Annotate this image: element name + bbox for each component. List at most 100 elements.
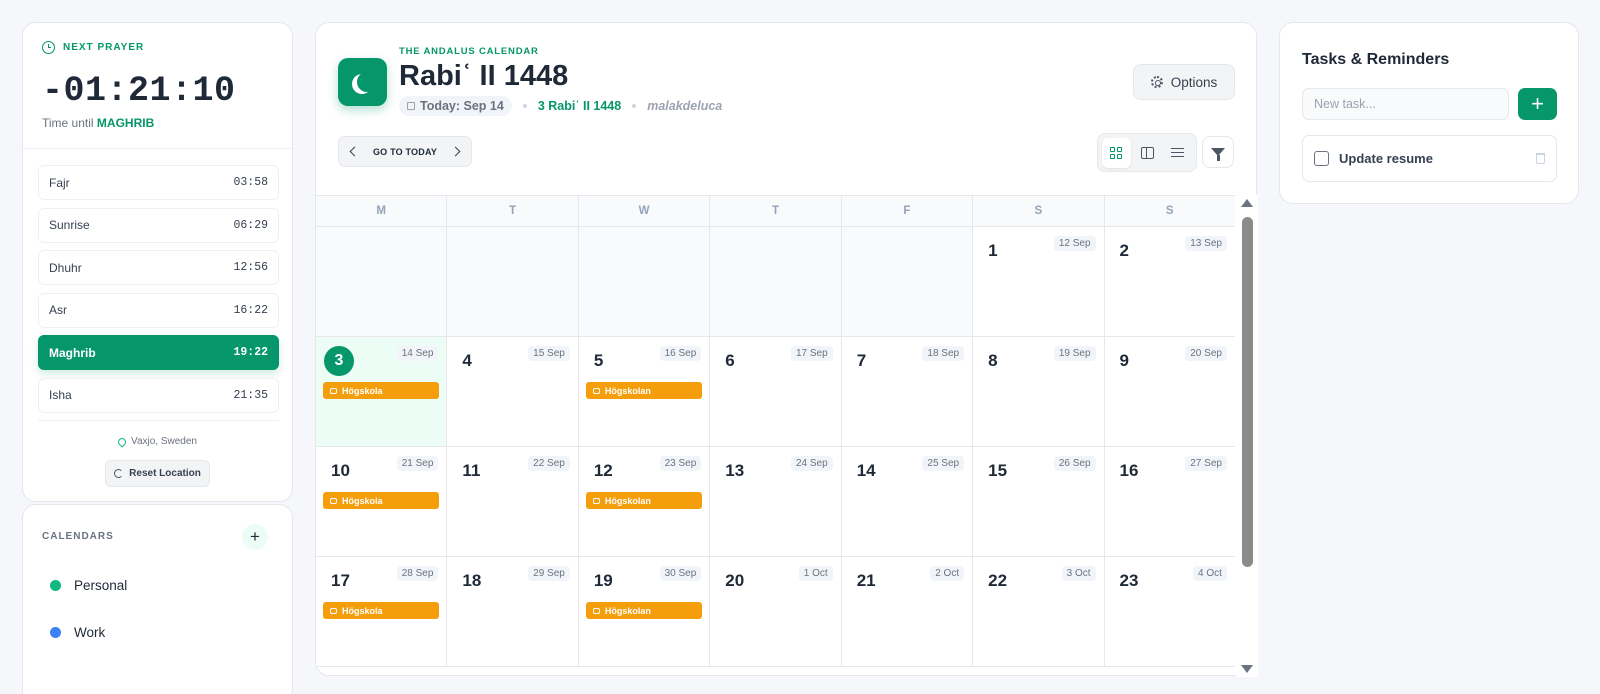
gregorian-date-badge: 22 Sep <box>528 456 570 471</box>
empty-day-cell <box>578 227 711 336</box>
day-cell[interactable]: 10 21 Sep Högskola <box>316 447 448 556</box>
hijri-day-number: 3 <box>324 346 354 376</box>
day-cell[interactable]: 18 29 Sep <box>447 557 579 666</box>
hijri-day-number: 8 <box>988 351 998 370</box>
day-cell[interactable]: 11 22 Sep <box>447 447 579 556</box>
tasks-panel: Tasks & Reminders + Update resume <box>1279 22 1579 204</box>
prayer-name: Isha <box>49 388 72 403</box>
day-cell[interactable]: 23 4 Oct <box>1104 557 1235 666</box>
calendar-icon <box>407 102 415 110</box>
event-title: Högskola <box>342 605 383 616</box>
day-cell[interactable]: 8 19 Sep <box>973 337 1105 446</box>
day-cell[interactable]: 20 1 Oct <box>710 557 842 666</box>
gregorian-date-badge: 2 Oct <box>930 566 965 581</box>
prayer-name: Fajr <box>49 175 70 190</box>
day-cell[interactable]: 22 3 Oct <box>973 557 1105 666</box>
event-chip[interactable]: Högskolan <box>585 602 703 619</box>
gregorian-date-badge: 27 Sep <box>1185 456 1227 471</box>
view-switcher <box>1097 133 1197 172</box>
scroll-up-icon[interactable] <box>1241 199 1253 207</box>
weekday-label: S <box>973 196 1105 226</box>
week-row: 10 21 Sep Högskola 11 22 Sep 12 23 Sep Högskola… <box>316 447 1235 557</box>
empty-day-cell <box>841 227 974 336</box>
trash-icon[interactable] <box>1536 153 1545 164</box>
weekday-label: T <box>710 196 842 226</box>
repeat-icon <box>330 607 337 614</box>
scroll-down-icon[interactable] <box>1241 665 1253 673</box>
day-cell[interactable]: 1 12 Sep <box>973 227 1105 336</box>
task-checkbox[interactable] <box>1314 151 1329 166</box>
list-view-button[interactable] <box>1163 138 1192 168</box>
day-cell[interactable]: 17 28 Sep Högskola <box>316 557 448 666</box>
next-prayer-label: NEXT PRAYER <box>63 42 145 53</box>
repeat-icon <box>592 607 600 614</box>
map-pin-icon <box>116 435 128 448</box>
month-title: Rabiʿ II 1448 <box>399 60 569 92</box>
prayer-row-sunrise: Sunrise 06:29 <box>38 207 279 243</box>
gregorian-date-badge: 20 Sep <box>1185 346 1227 361</box>
day-cell[interactable]: 12 23 Sep Högskolan <box>578 447 711 556</box>
event-chip[interactable]: Högskola <box>323 382 440 399</box>
calendar-name: Work <box>74 625 106 640</box>
weekday-header: MTWTFSS <box>316 196 1235 227</box>
day-cell[interactable]: 21 2 Oct <box>841 557 974 666</box>
chevron-right-icon[interactable] <box>450 146 461 157</box>
event-chip[interactable]: Högskolan <box>585 382 703 399</box>
moon-icon <box>338 58 387 106</box>
chevron-left-icon[interactable] <box>349 146 360 157</box>
gear-icon <box>1150 76 1163 88</box>
refresh-icon <box>114 469 124 478</box>
prayer-name: Sunrise <box>49 218 90 233</box>
hijri-day-number: 12 <box>593 461 613 480</box>
prayer-time: 21:35 <box>233 388 268 402</box>
add-task-button[interactable]: + <box>1518 88 1557 120</box>
weekday-label: M <box>316 196 448 226</box>
week-row: 3 14 Sep Högskola 4 15 Sep 5 16 Sep Högskolan 6 1… <box>316 337 1235 447</box>
gregorian-date-badge: 21 Sep <box>396 456 439 471</box>
today-cell[interactable]: 3 14 Sep Högskola <box>316 337 448 446</box>
day-cell[interactable]: 13 24 Sep <box>710 447 842 556</box>
username: malakdeluca <box>647 99 723 113</box>
split-view-button[interactable] <box>1133 138 1162 168</box>
day-cell[interactable]: 4 15 Sep <box>447 337 579 446</box>
filter-button[interactable] <box>1202 136 1234 168</box>
gregorian-date-badge: 1 Oct <box>798 566 833 581</box>
event-chip[interactable]: Högskola <box>323 492 440 509</box>
hijri-day-number: 6 <box>725 351 735 370</box>
day-cell[interactable]: 2 13 Sep <box>1104 227 1235 336</box>
calendar-item-work[interactable]: Work <box>50 625 105 640</box>
calendar-main-panel: THE ANDALUS CALENDAR Rabiʿ II 1448 Today… <box>315 22 1258 677</box>
gregorian-date-badge: 26 Sep <box>1053 456 1096 471</box>
day-cell[interactable]: 7 18 Sep <box>841 337 974 446</box>
event-chip[interactable]: Högskolan <box>585 492 703 509</box>
day-cell[interactable]: 15 26 Sep <box>973 447 1105 556</box>
options-button[interactable]: Options <box>1133 64 1235 100</box>
hijri-day-number: 1 <box>988 241 998 260</box>
go-to-today-button[interactable]: GO TO TODAY <box>373 147 437 157</box>
gregorian-date-badge: 19 Sep <box>1053 346 1096 361</box>
month-view-button[interactable] <box>1102 137 1131 168</box>
hijri-day-number: 23 <box>1119 571 1139 590</box>
day-cell[interactable]: 9 20 Sep <box>1104 337 1235 446</box>
repeat-icon <box>330 387 337 394</box>
empty-day-cell <box>710 227 842 336</box>
gregorian-date-badge: 23 Sep <box>659 456 702 471</box>
prayer-row-asr: Asr 16:22 <box>38 292 279 328</box>
day-cell[interactable]: 6 17 Sep <box>710 337 842 446</box>
day-cell[interactable]: 14 25 Sep <box>841 447 974 556</box>
hijri-day-number: 10 <box>331 461 350 480</box>
calendar-item-personal[interactable]: Personal <box>50 578 127 593</box>
event-chip[interactable]: Högskola <box>323 602 440 619</box>
new-task-input[interactable] <box>1302 88 1509 120</box>
calendar-scrollbar[interactable] <box>1236 195 1258 677</box>
reset-location-button[interactable]: Reset Location <box>105 460 210 487</box>
day-cell[interactable]: 5 16 Sep Högskolan <box>578 337 711 446</box>
day-cell[interactable]: 19 30 Sep Högskolan <box>578 557 711 666</box>
prayer-time: 06:29 <box>233 218 268 232</box>
scrollbar-thumb[interactable] <box>1242 217 1253 567</box>
gregorian-date-badge: 14 Sep <box>396 346 439 361</box>
hijri-day-number: 9 <box>1119 351 1129 370</box>
add-calendar-button[interactable]: + <box>242 524 268 550</box>
day-cell[interactable]: 16 27 Sep <box>1104 447 1235 556</box>
task-label: Update resume <box>1339 151 1433 166</box>
